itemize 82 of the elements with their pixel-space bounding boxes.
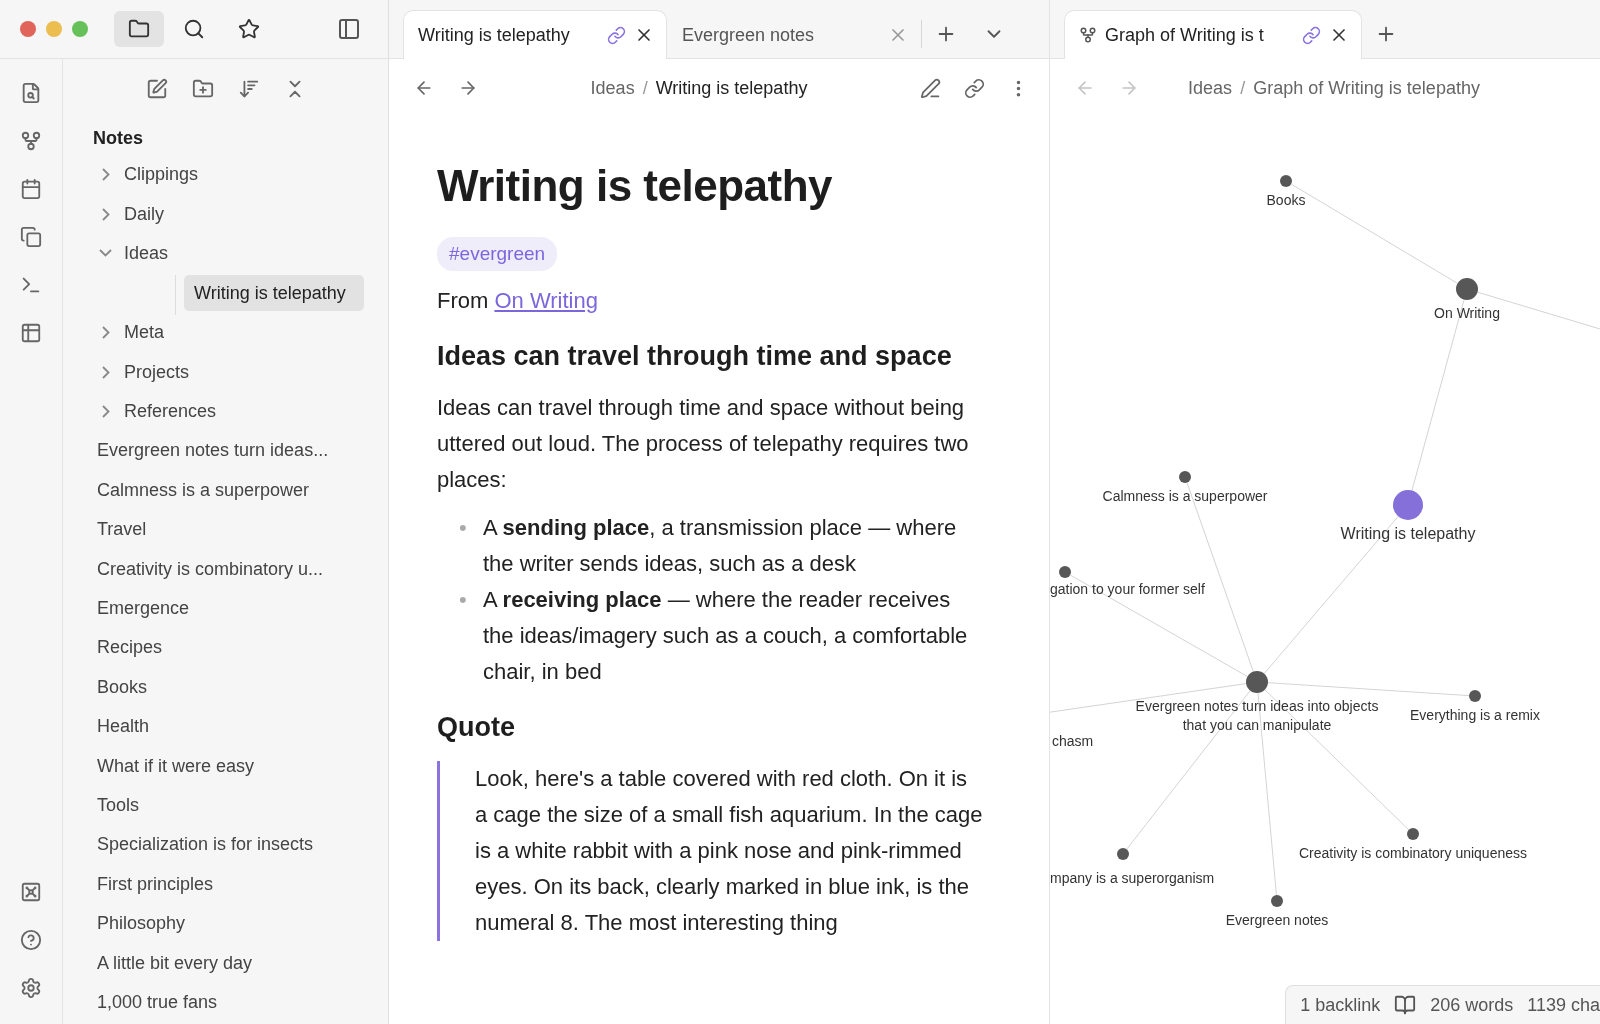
- node-label: Evergreen notes: [1224, 911, 1330, 930]
- folder-item[interactable]: Meta: [71, 315, 364, 351]
- folder-icon: [128, 18, 150, 40]
- note-item[interactable]: Writing is telepathy: [184, 275, 364, 312]
- chevron-icon: [102, 207, 110, 221]
- link[interactable]: On Writing: [494, 288, 598, 313]
- node-label: On Writing: [1433, 304, 1501, 323]
- graph-node[interactable]: [1246, 671, 1268, 693]
- blockquote: Look, here's a table covered with red cloth. On it is a cage the size of a small fish aquarium. In the cage is a white rabbit with a pink nose and pink-rimmed eyes. On its back, clearly marked in blue ink, is the numeral 8. The most interesting thing: [437, 761, 983, 941]
- graph-node[interactable]: [1456, 278, 1478, 300]
- backlink-count[interactable]: 1 backlink: [1300, 994, 1381, 1016]
- note-item[interactable]: Specialization is for insects: [71, 827, 364, 863]
- note-item[interactable]: Health: [71, 709, 364, 745]
- graph-node[interactable]: [1271, 895, 1283, 907]
- breadcrumb-item[interactable]: Graph of Writing is telepathy: [1253, 77, 1480, 99]
- note-item[interactable]: A little bit every day: [71, 945, 364, 981]
- sidebar-icon: [337, 17, 361, 41]
- chevron-icon: [102, 326, 110, 340]
- bullet: •: [459, 586, 468, 614]
- note-item[interactable]: Recipes: [71, 630, 364, 666]
- node-label: mpany is a superorganism: [1050, 869, 1216, 888]
- note-item[interactable]: Travel: [71, 512, 364, 548]
- folder-item[interactable]: References: [71, 393, 364, 430]
- heading: Quote: [437, 712, 516, 743]
- character-count: 1139 cha: [1527, 994, 1600, 1016]
- note-item[interactable]: Creativity is combinatory u...: [71, 551, 364, 587]
- paragraph: From On Writing: [437, 287, 599, 315]
- list-item: A receiving place — where the reader receives the ideas/imagery such as a couch, a comfortable chair, in bed: [483, 586, 969, 686]
- note-item[interactable]: First principles: [71, 866, 364, 902]
- graph-node[interactable]: [1280, 175, 1292, 187]
- node-label: Calmness is a superpower: [1101, 487, 1269, 506]
- graph-node[interactable]: [1393, 490, 1423, 520]
- graph-node[interactable]: [1059, 566, 1071, 578]
- link-icon: [607, 25, 626, 45]
- note-item[interactable]: Emergence: [71, 590, 364, 627]
- graph-node[interactable]: [1407, 828, 1419, 840]
- vault-title: Notes: [92, 126, 144, 150]
- book-icon[interactable]: [1394, 994, 1417, 1016]
- note-item[interactable]: What if it were easy: [71, 748, 364, 784]
- graph-node[interactable]: [1469, 690, 1481, 702]
- note-item[interactable]: Evergreen notes turn ideas...: [71, 433, 364, 469]
- chevron-icon: [99, 249, 112, 258]
- node-label: Evergreen notes turn ideas into objects that you can manipulate: [1134, 697, 1380, 735]
- word-count: 206 words: [1430, 994, 1514, 1016]
- note-item[interactable]: Books: [71, 669, 364, 705]
- note-item[interactable]: Philosophy: [71, 905, 364, 942]
- breadcrumb-item[interactable]: Writing is telepathy: [655, 77, 808, 99]
- star-icon: [238, 18, 260, 40]
- bullet: •: [459, 514, 468, 542]
- tab[interactable]: Graph of Writing is t: [1064, 10, 1362, 59]
- folder-item[interactable]: Projects: [71, 354, 364, 390]
- tag[interactable]: #evergreen: [437, 237, 558, 271]
- tab[interactable]: Evergreen notes: [667, 10, 921, 59]
- node-label: Writing is telepathy: [1339, 524, 1477, 543]
- folder-item[interactable]: Daily: [71, 196, 364, 232]
- folder-item[interactable]: Clippings: [71, 156, 364, 193]
- search-icon: [183, 18, 205, 40]
- graph-node[interactable]: [1117, 848, 1129, 860]
- node-label: Books: [1265, 191, 1307, 210]
- node-label: chasm: [1052, 732, 1095, 751]
- heading: Ideas can travel through time and space: [437, 341, 953, 372]
- graph-icon: [1079, 26, 1097, 44]
- chevron-icon: [102, 168, 110, 182]
- link-icon: [1302, 25, 1321, 45]
- folder-item[interactable]: Ideas: [71, 235, 364, 272]
- chevron-icon: [102, 365, 110, 379]
- note-title: Writing is telepathy: [437, 161, 834, 211]
- breadcrumb-item[interactable]: Ideas: [1188, 77, 1233, 99]
- breadcrumb-item[interactable]: Ideas: [590, 77, 635, 99]
- node-label: Creativity is combinatory uniqueness: [1298, 844, 1528, 863]
- note-item[interactable]: 1,000 true fans: [71, 984, 364, 1021]
- note-item[interactable]: Calmness is a superpower: [71, 472, 364, 509]
- tab[interactable]: Writing is telepathy: [403, 10, 667, 59]
- graph-node[interactable]: [1179, 471, 1191, 483]
- paragraph: Ideas can travel through time and space without being uttered out loud. The process of telepathy requires two places:: [437, 394, 970, 494]
- node-label: gation to your former self: [1050, 580, 1206, 599]
- close-window-button[interactable]: [20, 21, 36, 37]
- chevron-icon: [102, 405, 110, 419]
- breadcrumb-separator: /: [1240, 77, 1246, 99]
- folder-button[interactable]: [114, 11, 164, 47]
- breadcrumb-separator: /: [642, 77, 648, 99]
- note-item[interactable]: Tools: [71, 787, 364, 824]
